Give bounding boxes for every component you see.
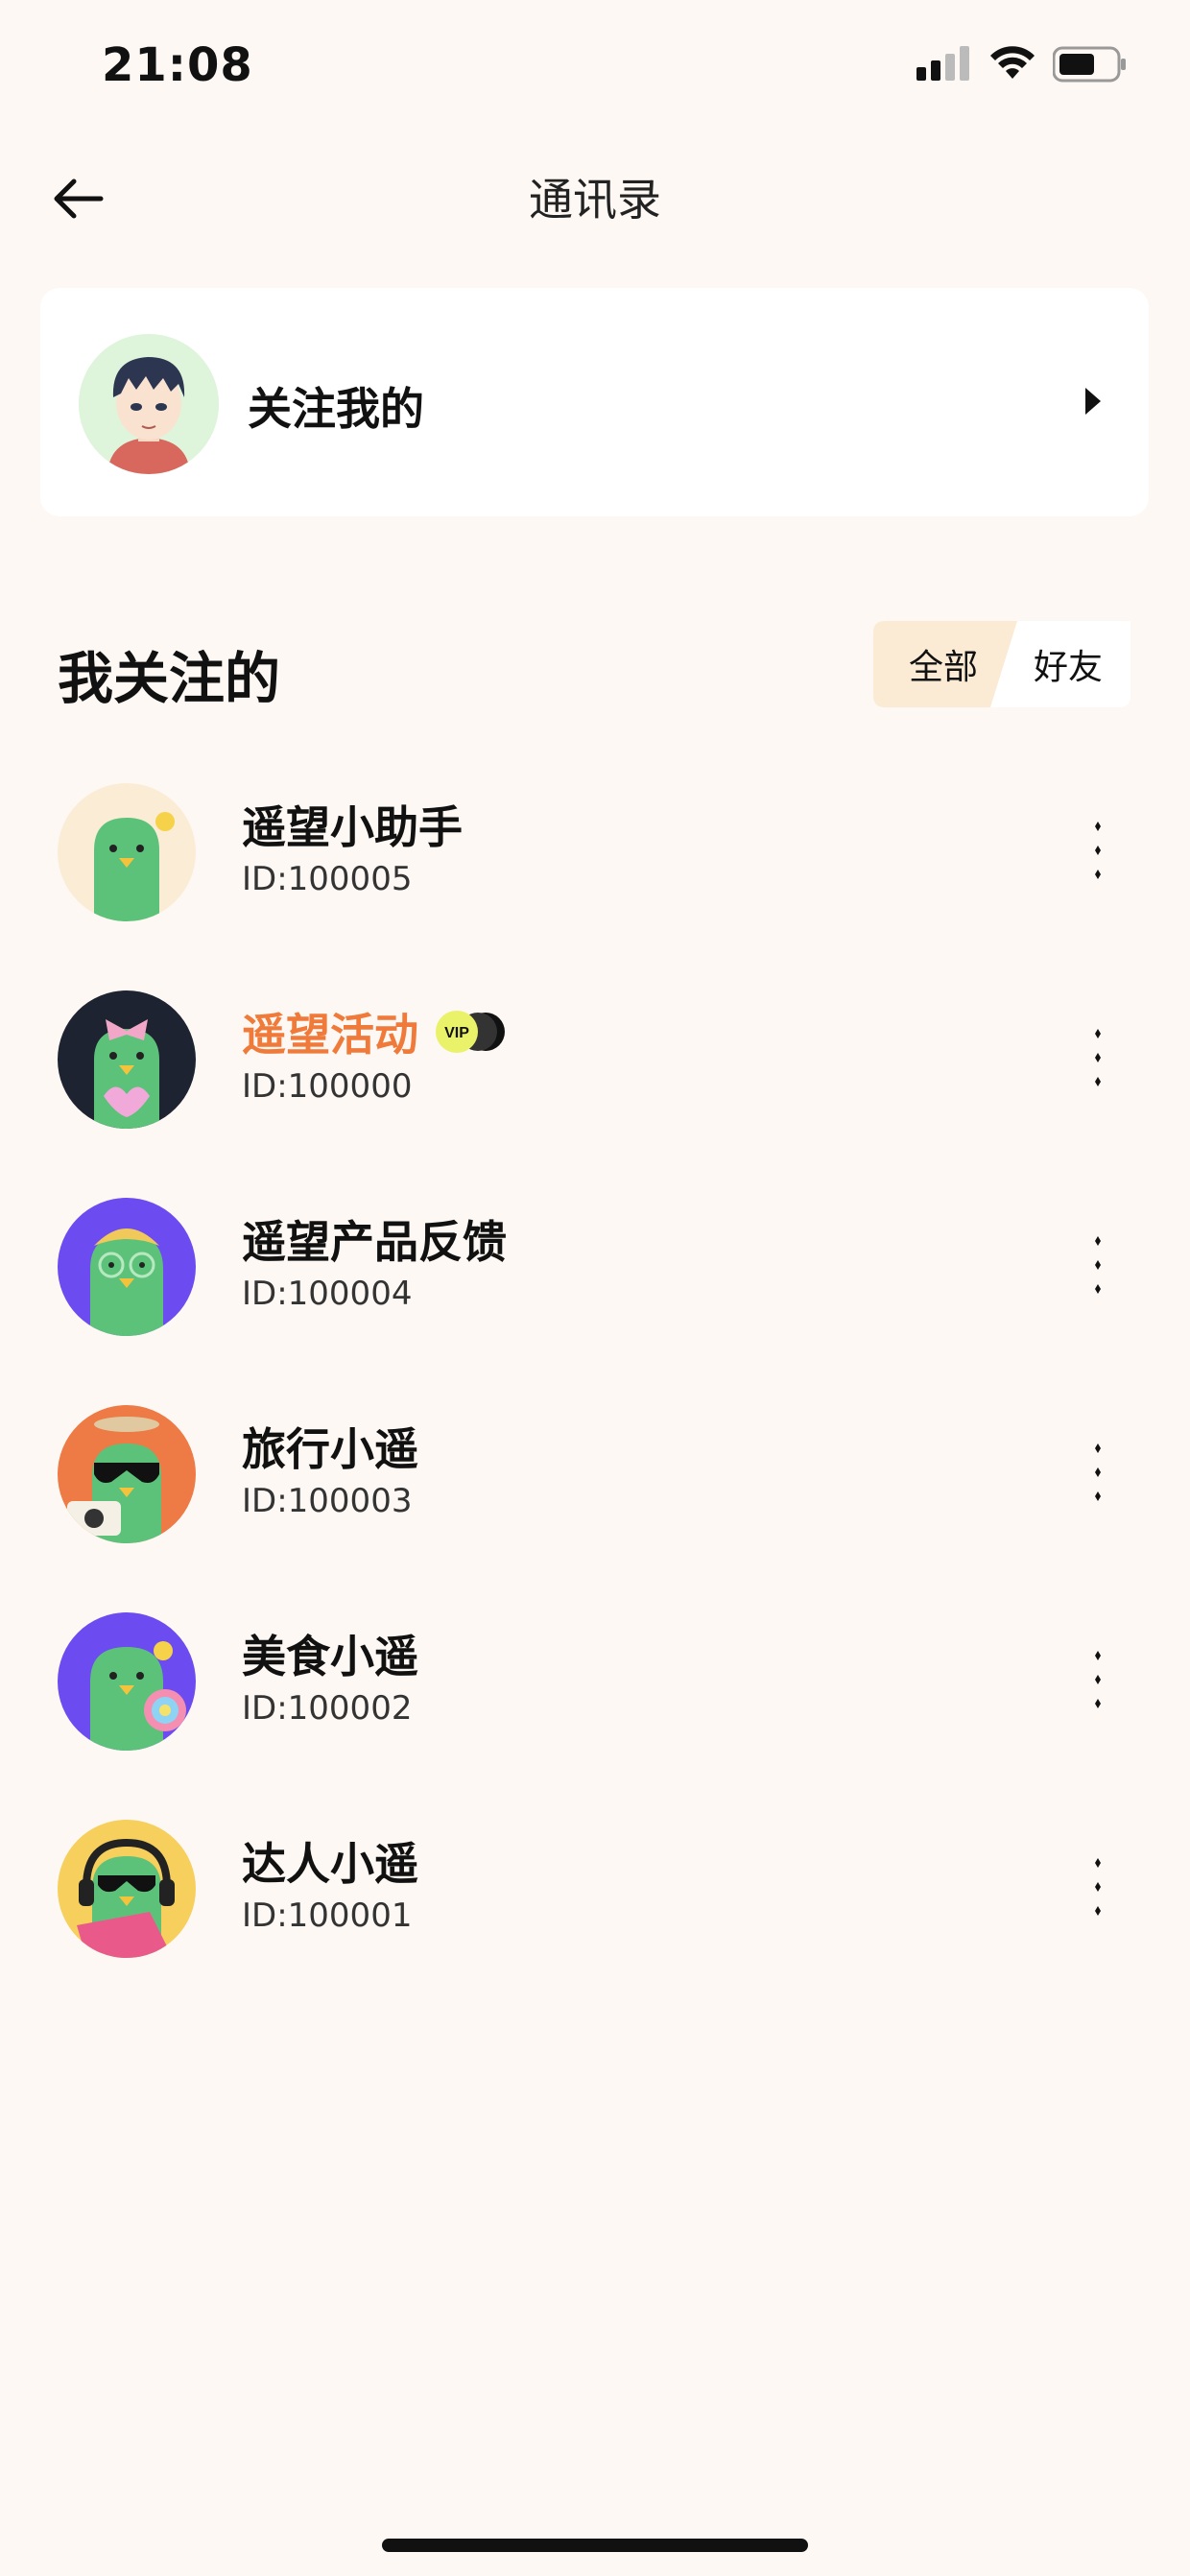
- more-options-icon[interactable]: [1081, 1849, 1115, 1925]
- avatar: [58, 990, 196, 1129]
- contact-id: ID:100004: [242, 1275, 413, 1313]
- home-indicator: [382, 2539, 808, 2552]
- contact-name: 遥望产品反馈: [242, 1216, 507, 1268]
- svg-text:VIP: VIP: [444, 1025, 469, 1041]
- avatar: [58, 1612, 196, 1751]
- contact-id: ID:100001: [242, 1896, 413, 1935]
- more-options-icon[interactable]: [1081, 1641, 1115, 1718]
- more-options-icon[interactable]: [1081, 1434, 1115, 1511]
- contact-id: ID:100003: [242, 1482, 413, 1520]
- vip-badge-icon: VIP: [436, 1011, 505, 1053]
- cellular-signal-icon: [916, 46, 969, 81]
- avatar: [58, 1405, 196, 1543]
- list-item[interactable]: 遥望小助手 ID:100005: [0, 754, 1190, 962]
- list-item[interactable]: 遥望活动 VIP ID:100000: [0, 962, 1190, 1169]
- following-section-title: 我关注的: [58, 646, 281, 711]
- avatar: [58, 1820, 196, 1958]
- status-time: 21:08: [102, 38, 253, 92]
- more-options-icon[interactable]: [1081, 1227, 1115, 1303]
- user-avatar: [79, 334, 219, 474]
- followers-card[interactable]: 关注我的: [40, 288, 1149, 516]
- list-item[interactable]: 遥望产品反馈 ID:100004: [0, 1169, 1190, 1376]
- contact-id: ID:100005: [242, 860, 413, 898]
- tab-friends[interactable]: 好友: [998, 621, 1130, 707]
- list-item[interactable]: 美食小遥 ID:100002: [0, 1584, 1190, 1791]
- contact-name: 达人小遥: [242, 1838, 418, 1890]
- tab-all[interactable]: 全部: [873, 621, 1013, 707]
- avatar: [58, 1198, 196, 1336]
- contact-name: 美食小遥: [242, 1631, 418, 1682]
- contact-name: 遥望小助手: [242, 801, 463, 853]
- contact-id: ID:100000: [242, 1067, 413, 1106]
- contact-id: ID:100002: [242, 1689, 413, 1728]
- wifi-icon: [990, 46, 1035, 79]
- more-options-icon[interactable]: [1081, 1019, 1115, 1096]
- contact-name: 旅行小遥: [242, 1423, 418, 1475]
- chevron-right-icon: [1085, 388, 1101, 415]
- followers-label: 关注我的: [248, 383, 424, 435]
- avatar: [58, 783, 196, 921]
- page-title: 通讯录: [529, 174, 661, 226]
- more-options-icon[interactable]: [1081, 812, 1115, 889]
- status-bar: 21:08: [0, 0, 1190, 130]
- contact-name: 遥望活动: [242, 1009, 418, 1061]
- list-item[interactable]: 达人小遥 ID:100001: [0, 1791, 1190, 1998]
- battery-icon: [1053, 46, 1126, 83]
- list-item[interactable]: 旅行小遥 ID:100003: [0, 1376, 1190, 1584]
